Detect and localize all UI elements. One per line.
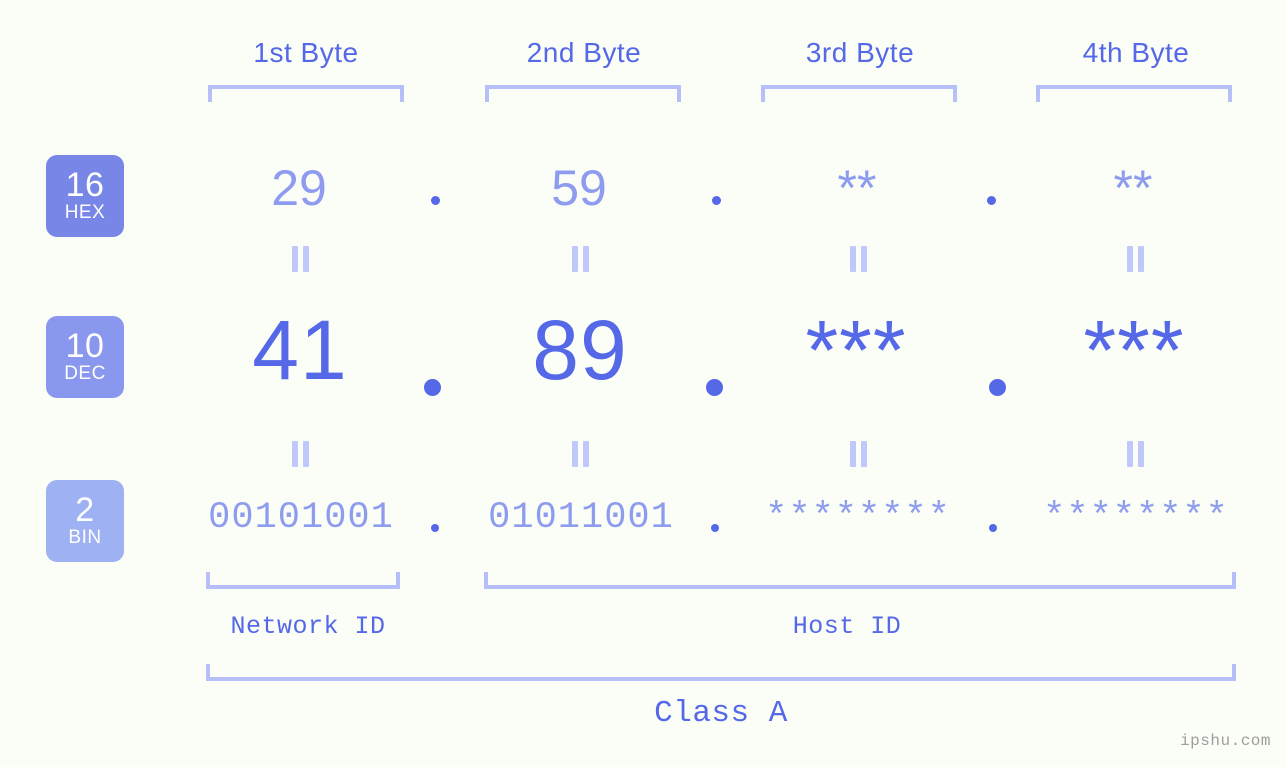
- bin-separator-1: [431, 524, 439, 532]
- dec-byte-3: ***: [805, 303, 907, 397]
- hex-separator-3: [987, 196, 996, 205]
- equals-icon-dec-bin-2: [567, 441, 593, 467]
- dec-byte-1: 41: [252, 303, 348, 397]
- dec-separator-2: [706, 379, 723, 396]
- equals-icon-dec-bin-4: [1122, 441, 1148, 467]
- byte-bracket-4: [1036, 85, 1232, 102]
- byte-bracket-1: [208, 85, 404, 102]
- hex-separator-1: [431, 196, 440, 205]
- bin-separator-2: [711, 524, 719, 532]
- base-badge-bin: 2 BIN: [46, 480, 124, 562]
- bin-byte-1: 00101001: [208, 497, 394, 539]
- hex-byte-3: **: [837, 160, 877, 216]
- byte-header-2: 2nd Byte: [526, 37, 642, 68]
- bin-separator-3: [989, 524, 997, 532]
- ip-address-breakdown-diagram: 1st Byte 2nd Byte 3rd Byte 4th Byte 16 H…: [0, 0, 1285, 767]
- equals-icon-hex-dec-1: [287, 246, 313, 272]
- base-badge-hex: 16 HEX: [46, 155, 124, 237]
- dec-byte-4: ***: [1083, 303, 1185, 397]
- bin-byte-4: ********: [1043, 497, 1229, 539]
- base-badge-bin-number: 2: [75, 491, 95, 529]
- base-badge-bin-name: BIN: [68, 527, 102, 548]
- byte-header-3: 3rd Byte: [805, 37, 915, 68]
- equals-icon-hex-dec-4: [1122, 246, 1148, 272]
- equals-icon-dec-bin-1: [287, 441, 313, 467]
- class-label: Class A: [654, 696, 788, 731]
- byte-header-4: 4th Byte: [1082, 37, 1190, 68]
- bin-byte-2: 01011001: [488, 497, 674, 539]
- watermark: ipshu.com: [1180, 732, 1271, 750]
- byte-bracket-2: [485, 85, 681, 102]
- dec-separator-1: [424, 379, 441, 396]
- hex-byte-2: 59: [551, 160, 607, 216]
- base-badge-dec: 10 DEC: [46, 316, 124, 398]
- base-badge-hex-name: HEX: [64, 202, 106, 223]
- network-id-label: Network ID: [230, 612, 386, 641]
- host-id-bracket: [484, 572, 1236, 589]
- dec-separator-3: [989, 379, 1006, 396]
- byte-header-1: 1st Byte: [253, 37, 359, 68]
- equals-icon-dec-bin-3: [845, 441, 871, 467]
- byte-bracket-3: [761, 85, 957, 102]
- hex-separator-2: [712, 196, 721, 205]
- bin-byte-3: ********: [765, 497, 951, 539]
- base-badge-dec-name: DEC: [64, 363, 106, 384]
- base-badge-dec-number: 10: [65, 327, 105, 365]
- hex-byte-1: 29: [271, 160, 327, 216]
- host-id-label: Host ID: [792, 612, 902, 641]
- network-id-bracket: [206, 572, 400, 589]
- dec-byte-2: 89: [532, 303, 628, 397]
- class-bracket: [206, 664, 1236, 681]
- equals-icon-hex-dec-2: [567, 246, 593, 272]
- equals-icon-hex-dec-3: [845, 246, 871, 272]
- hex-byte-4: **: [1113, 160, 1153, 216]
- base-badge-hex-number: 16: [65, 166, 105, 204]
